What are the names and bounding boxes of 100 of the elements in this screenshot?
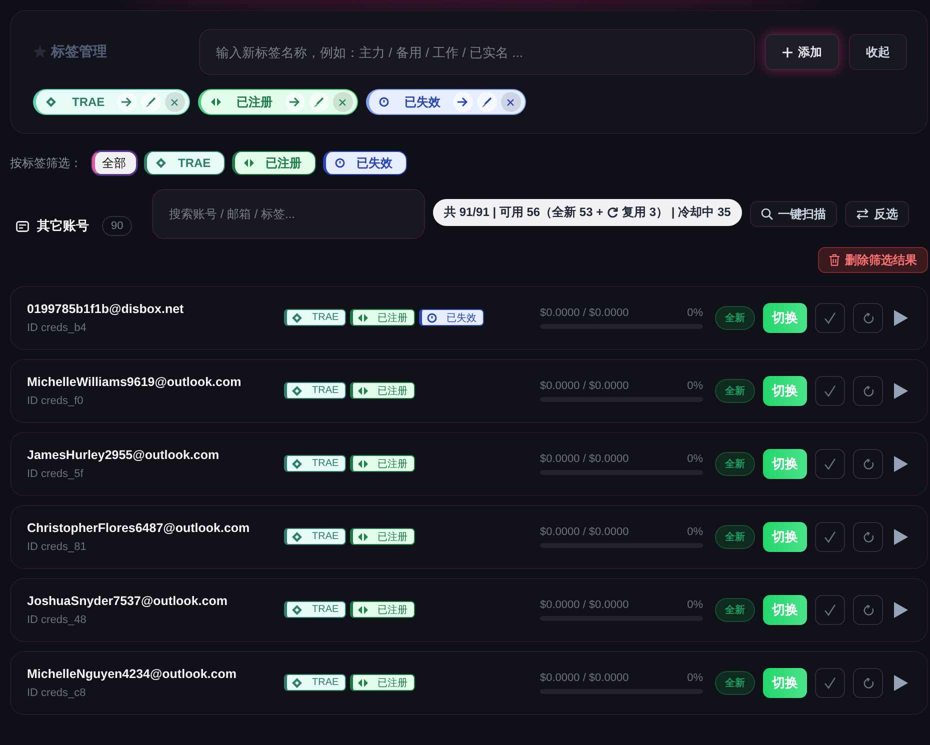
close-icon [171,98,178,106]
refresh-icon [862,312,874,324]
checkmark-icon [824,604,836,616]
usage-percent: 0% [687,307,703,319]
card-icon [16,220,29,232]
tag-chip: TRAE [284,309,346,326]
edit-tag-button[interactable] [140,92,161,112]
checkmark-icon [824,531,836,543]
play-button[interactable] [894,310,908,326]
diamond-icon [292,312,302,322]
refresh-icon [862,604,874,616]
tag-chip: 已注册 [350,382,415,399]
filter-chip[interactable]: 已失效 [322,151,407,175]
arrow-right-icon [121,97,132,107]
scan-button[interactable]: 一键扫描 [750,201,837,227]
account-email: JamesHurley2955@outlook.com [27,448,220,462]
usage-percent: 0% [687,453,703,465]
stats-text: 共 91/91 | 可用 56（全新 53 + [444,204,604,221]
usage-amount: $0.0000 / $0.0000 [540,526,629,538]
tag-chip: 已注册 [350,601,415,618]
apply-tag-button[interactable] [284,92,305,112]
tag-chip: 已注册 [350,309,415,326]
refresh-button[interactable] [853,303,883,333]
delete-tag-button[interactable] [164,92,185,112]
diamond-icon [292,604,302,614]
code-brackets-icon [358,678,368,688]
code-brackets-icon [244,158,254,168]
account-email: JoshuaSnyder7537@outlook.com [27,594,228,608]
refresh-button[interactable] [853,668,883,698]
tag-name-field[interactable]: 输入新标签名称，例如：主力 / 备用 / 工作 / 已实名 ... [199,29,755,75]
check-button[interactable] [815,303,845,333]
code-brackets-icon [358,604,368,614]
diamond-icon [156,158,166,168]
play-button[interactable] [894,675,908,691]
filter-chip[interactable]: TRAE [144,151,225,175]
diamond-icon [292,532,302,542]
diamond-icon [46,97,56,107]
diamond-icon [292,386,302,396]
refresh-button[interactable] [853,449,883,479]
play-button[interactable] [894,529,908,545]
account-email: MichelleNguyen4234@outlook.com [27,667,238,681]
add-button[interactable]: 添加 [765,34,839,70]
account-email: MichelleWilliams9619@outlook.com [27,375,242,389]
apply-tag-button[interactable] [116,92,137,112]
search-field[interactable]: 搜索账号 / 邮箱 / 标签... [152,189,425,239]
play-button[interactable] [894,602,908,618]
check-button[interactable] [815,449,845,479]
check-button[interactable] [815,668,845,698]
tag-label: 已注册 [236,94,273,110]
account-id: ID creds_f0 [27,395,84,407]
check-button[interactable] [815,522,845,552]
status-badge: 全新 [715,598,755,622]
code-brackets-icon [358,532,368,542]
edit-tag-button[interactable] [308,92,329,112]
status-badge: 全新 [715,525,755,549]
usage-percent: 0% [687,526,703,538]
apply-tag-button[interactable] [452,92,473,112]
check-button[interactable] [815,595,845,625]
play-icon [894,529,908,545]
brush-icon [313,96,324,108]
usage-amount: $0.0000 / $0.0000 [540,380,629,392]
collapse-button[interactable]: 收起 [849,34,907,70]
invert-selection-button[interactable]: 反选 [844,201,909,227]
delete-filtered-button[interactable]: 删除筛选结果 [818,247,928,273]
code-brackets-icon [358,458,368,468]
usage-percent: 0% [687,599,703,611]
tag-label: TRAE [72,95,105,109]
usage-amount: $0.0000 / $0.0000 [540,307,629,319]
stats-text: 复用 3） | 冷却中 35 [622,204,731,221]
clock-icon [426,312,437,322]
plus-icon [782,46,793,58]
tag-chip: TRAE [284,382,346,399]
check-button[interactable] [815,376,845,406]
usage-amount: $0.0000 / $0.0000 [540,453,629,465]
section-title: 其它账号 [37,217,89,235]
refresh-icon [607,207,618,218]
delete-tag-button[interactable] [332,92,353,112]
refresh-icon [862,386,874,396]
tag-chip: TRAE [284,455,346,472]
play-icon [894,456,908,472]
code-brackets-icon [358,386,368,396]
clock-icon [378,97,389,107]
tag-chip: 已注册 [350,674,415,691]
search-icon [760,208,773,220]
filter-chip[interactable]: 全部 [92,151,137,175]
status-badge: 全新 [715,379,755,403]
account-id: ID creds_48 [27,614,88,626]
swap-arrows-icon [856,208,869,220]
edit-tag-button[interactable] [476,92,497,112]
refresh-button[interactable] [853,376,883,406]
tag-chip: TRAE [284,674,346,691]
refresh-button[interactable] [853,522,883,552]
delete-tag-button[interactable] [500,92,521,112]
filter-chip[interactable]: 已注册 [232,151,316,175]
filter-label: 按标签筛选： [10,154,82,172]
refresh-button[interactable] [853,595,883,625]
tag-chip: TRAE [284,528,346,545]
usage-percent: 0% [687,672,703,684]
play-button[interactable] [894,456,908,472]
play-button[interactable] [894,383,908,399]
